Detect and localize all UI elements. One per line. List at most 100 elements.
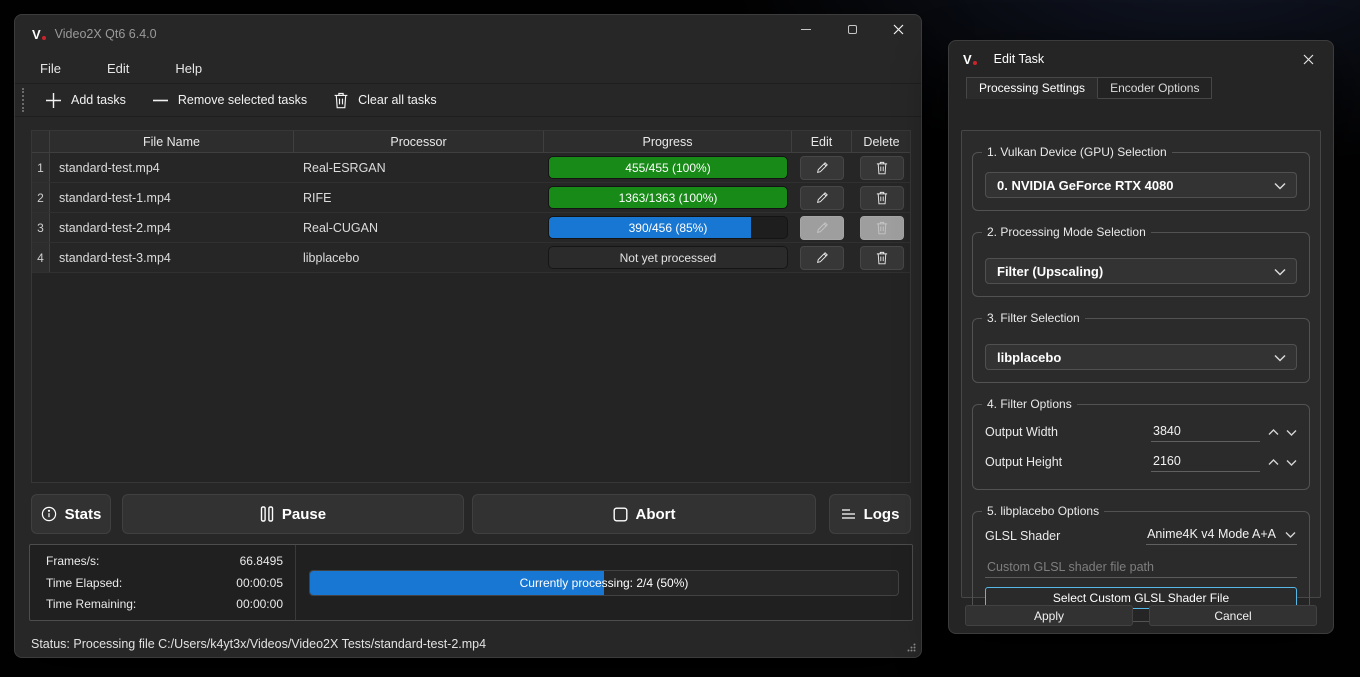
table-row[interactable]: 3 standard-test-2.mp4 Real-CUGAN 390/456… <box>32 213 910 243</box>
delete-task-button[interactable] <box>860 186 904 210</box>
group-label: 4. Filter Options <box>982 397 1077 411</box>
stats-panel: Frames/s: 66.8495 Time Elapsed: 00:00:05… <box>29 544 913 621</box>
edit-task-button[interactable] <box>800 186 844 210</box>
glsl-shader-select[interactable]: Anime4K v4 Mode A+A <box>1146 527 1297 545</box>
menu-file[interactable]: File <box>34 58 67 79</box>
metric-value: 66.8495 <box>240 554 283 568</box>
header-row-number <box>32 131 50 152</box>
desktop: V Video2X Qt6 6.4.0 File Edit Help Add t… <box>0 0 1360 677</box>
processor-cell: libplacebo <box>294 243 544 272</box>
pencil-icon <box>816 221 829 234</box>
filter-select[interactable]: libplacebo <box>985 344 1297 370</box>
cancel-button[interactable]: Cancel <box>1149 605 1317 626</box>
status-text: Status: Processing file C:/Users/k4yt3x/… <box>31 637 486 651</box>
pencil-icon <box>816 161 829 174</box>
progress-bar: Not yet processed <box>548 246 788 269</box>
trash-icon <box>876 251 888 265</box>
remove-selected-tasks-button[interactable]: Remove selected tasks <box>142 86 317 114</box>
file-name-cell: standard-test-3.mp4 <box>50 243 294 272</box>
stop-icon <box>613 507 628 522</box>
toolbar-drag-handle[interactable] <box>22 88 25 112</box>
spin-up-icon[interactable] <box>1268 429 1279 436</box>
delete-task-button[interactable] <box>860 156 904 180</box>
edit-task-button-disabled <box>800 216 844 240</box>
menu-edit[interactable]: Edit <box>101 58 135 79</box>
delete-task-button[interactable] <box>860 246 904 270</box>
header-delete[interactable]: Delete <box>852 131 911 152</box>
edit-task-button[interactable] <box>800 156 844 180</box>
maximize-button[interactable] <box>829 15 875 43</box>
spin-down-icon[interactable] <box>1286 429 1297 436</box>
plus-icon <box>45 92 62 109</box>
file-name-cell: standard-test-2.mp4 <box>50 213 294 242</box>
trash-icon <box>876 191 888 205</box>
metrics-column: Frames/s: 66.8495 Time Elapsed: 00:00:05… <box>30 545 296 620</box>
spin-down-icon[interactable] <box>1286 459 1297 466</box>
glsl-shader-label: GLSL Shader <box>985 529 1060 543</box>
action-buttons-row: Stats Pause Abort Logs <box>31 494 911 534</box>
file-name-cell: standard-test-1.mp4 <box>50 183 294 212</box>
dialog-titlebar[interactable]: V Edit Task <box>949 41 1333 77</box>
output-width-input[interactable]: 3840 <box>1151 422 1260 442</box>
group-label: 3. Filter Selection <box>982 311 1085 325</box>
stats-button[interactable]: Stats <box>31 494 111 534</box>
trash-icon <box>876 221 888 235</box>
maximize-icon <box>848 25 857 34</box>
window-title: Video2X Qt6 6.4.0 <box>55 27 157 41</box>
row-number: 4 <box>32 243 50 272</box>
edit-task-dialog: V Edit Task Processing Settings Encoder … <box>948 40 1334 634</box>
add-tasks-button[interactable]: Add tasks <box>35 86 136 114</box>
processing-settings-panel: 1. Vulkan Device (GPU) Selection 0. NVID… <box>961 130 1321 598</box>
overall-progress-bar: Currently processing: 2/4 (50%) <box>309 570 899 596</box>
clear-all-tasks-button[interactable]: Clear all tasks <box>323 86 447 114</box>
progress-cell: 390/456 (85%) <box>544 213 792 242</box>
close-icon <box>1303 54 1314 65</box>
minimize-button[interactable] <box>783 15 829 43</box>
menu-help[interactable]: Help <box>169 58 208 79</box>
custom-shader-path-input[interactable]: Custom GLSL shader file path <box>985 557 1297 578</box>
trash-icon <box>333 92 349 109</box>
pause-button[interactable]: Pause <box>122 494 464 534</box>
table-row[interactable]: 1 standard-test.mp4 Real-ESRGAN 455/455 … <box>32 153 910 183</box>
progress-text: Not yet processed <box>549 247 787 268</box>
abort-button[interactable]: Abort <box>472 494 816 534</box>
minimize-icon <box>801 29 811 30</box>
progress-cell: 1363/1363 (100%) <box>544 183 792 212</box>
resize-grip[interactable] <box>907 643 916 652</box>
row-number: 3 <box>32 213 50 242</box>
group-filter-options: 4. Filter Options Output Width 3840 Outp… <box>972 404 1310 490</box>
close-button[interactable] <box>875 15 921 43</box>
output-width-row: Output Width 3840 <box>985 417 1297 447</box>
table-row[interactable]: 4 standard-test-3.mp4 libplacebo Not yet… <box>32 243 910 273</box>
group-label: 5. libplacebo Options <box>982 504 1104 518</box>
tab-encoder-options[interactable]: Encoder Options <box>1098 77 1212 99</box>
close-icon <box>893 24 904 35</box>
tab-processing-settings[interactable]: Processing Settings <box>966 77 1098 99</box>
pencil-icon <box>816 251 829 264</box>
header-processor[interactable]: Processor <box>294 131 544 152</box>
header-progress[interactable]: Progress <box>544 131 792 152</box>
dialog-close-button[interactable] <box>1293 45 1323 73</box>
gpu-select[interactable]: 0. NVIDIA GeForce RTX 4080 <box>985 172 1297 198</box>
table-row[interactable]: 2 standard-test-1.mp4 RIFE 1363/1363 (10… <box>32 183 910 213</box>
edit-task-button[interactable] <box>800 246 844 270</box>
header-file-name[interactable]: File Name <box>50 131 294 152</box>
spin-up-icon[interactable] <box>1268 459 1279 466</box>
titlebar[interactable]: V Video2X Qt6 6.4.0 <box>15 15 921 53</box>
toolbar: Add tasks Remove selected tasks Clear al… <box>15 83 921 117</box>
header-edit[interactable]: Edit <box>792 131 852 152</box>
output-height-row: Output Height 2160 <box>985 447 1297 477</box>
table-header: File Name Processor Progress Edit Delete <box>32 131 910 153</box>
overall-progress-text: Currently processing: 2/4 (50%) <box>310 571 898 595</box>
metric-time-elapsed: Time Elapsed: 00:00:05 <box>46 576 283 590</box>
logs-button[interactable]: Logs <box>829 494 911 534</box>
apply-button[interactable]: Apply <box>965 605 1133 626</box>
output-height-input[interactable]: 2160 <box>1151 452 1260 472</box>
metric-value: 00:00:00 <box>236 597 283 611</box>
progress-cell: 455/455 (100%) <box>544 153 792 182</box>
processing-mode-select[interactable]: Filter (Upscaling) <box>985 258 1297 284</box>
video2x-logo-icon: V <box>963 53 977 66</box>
logs-icon <box>841 507 856 521</box>
window-controls <box>783 15 921 53</box>
menu-bar: File Edit Help <box>15 53 921 83</box>
